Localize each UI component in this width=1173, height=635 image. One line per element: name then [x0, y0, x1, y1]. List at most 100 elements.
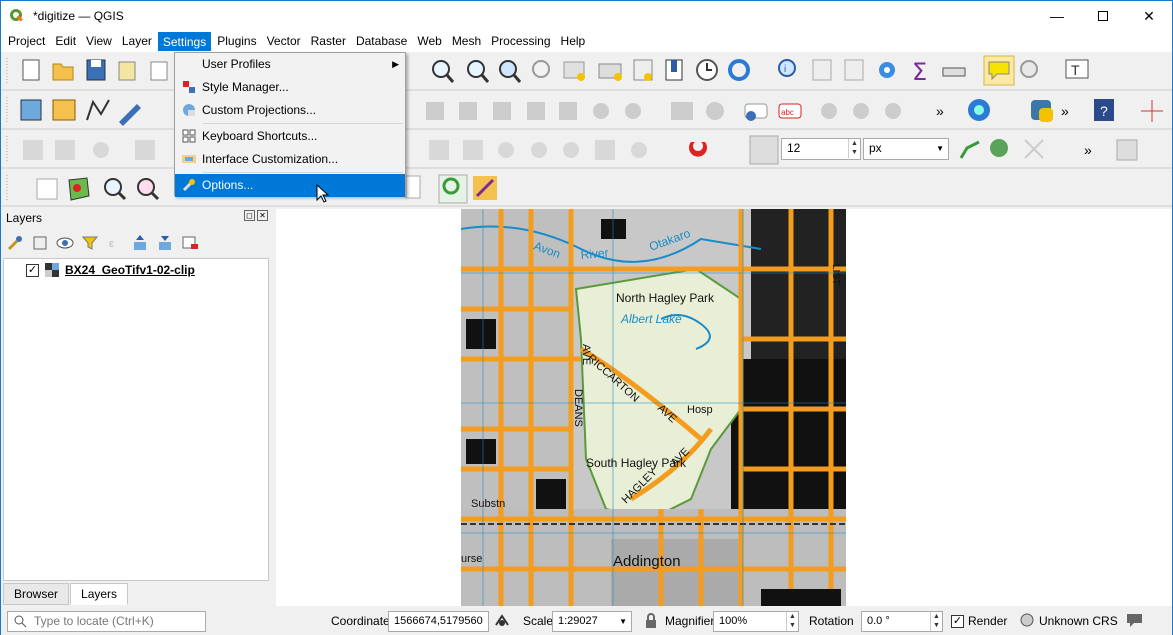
label-tool-icon[interactable] — [744, 103, 768, 121]
filter-expression-icon[interactable]: ε — [104, 232, 126, 254]
select-polygon-icon[interactable] — [68, 177, 90, 201]
snap-unit-select[interactable]: px ▼ — [863, 138, 949, 160]
scale-field[interactable]: 1:29027 ▼ — [552, 611, 632, 632]
spin-arrows-icon[interactable]: ▲ ▼ — [930, 612, 942, 631]
edit-pencil-icon[interactable] — [119, 104, 141, 126]
menu-layer[interactable]: Layer — [118, 32, 156, 51]
float-panel-button[interactable]: ◻ — [244, 210, 255, 221]
zoom-last-icon[interactable] — [563, 61, 585, 81]
zoom-to-layer-icon[interactable] — [499, 60, 522, 83]
advanced-digitizing-icon[interactable] — [1116, 139, 1138, 161]
find-icon[interactable] — [1020, 60, 1038, 78]
menu-processing[interactable]: Processing — [487, 32, 554, 51]
cancel-x-icon[interactable] — [1024, 139, 1044, 159]
new-project-icon[interactable] — [22, 59, 40, 81]
maximize-button[interactable] — [1080, 1, 1126, 31]
data-source-manager-icon[interactable] — [20, 99, 42, 121]
more-plugins-chevron-icon[interactable]: » — [1061, 103, 1069, 119]
zoom-in-icon[interactable] — [432, 60, 455, 83]
snapping-magnet-icon[interactable] — [688, 142, 707, 157]
zoom-selection-icon[interactable] — [532, 60, 550, 78]
more-tools-chevron-icon[interactable]: » — [936, 103, 944, 119]
menu-vector[interactable]: Vector — [263, 32, 305, 51]
minimize-button[interactable]: — — [1034, 1, 1080, 31]
locator-search-input[interactable]: Type to locate (Ctrl+K) — [7, 611, 206, 632]
open-project-icon[interactable] — [52, 63, 74, 81]
menu-help[interactable]: Help — [557, 32, 590, 51]
tab-layers[interactable]: Layers — [70, 583, 129, 605]
menu-mesh[interactable]: Mesh — [448, 32, 485, 51]
menu-view[interactable]: View — [82, 32, 116, 51]
sum-icon[interactable]: Σ — [912, 58, 927, 86]
globe-plugin-icon[interactable] — [968, 99, 990, 121]
measure-line-icon[interactable] — [942, 67, 966, 77]
lock-icon[interactable] — [644, 613, 658, 629]
topographic-map-raster[interactable]: Avon River Otakaro North Hagley Park Alb… — [461, 209, 846, 606]
layer-visibility-checkbox[interactable]: ✓ — [26, 263, 39, 277]
select-by-expression-icon[interactable] — [137, 178, 160, 201]
save-project-icon[interactable] — [86, 59, 106, 81]
spin-arrows-icon[interactable]: ▲ ▼ — [848, 139, 860, 158]
menu-item-options[interactable]: Options... — [175, 174, 405, 197]
close-panel-button[interactable]: ✕ — [257, 210, 268, 221]
remove-layer-icon[interactable] — [179, 232, 201, 254]
filter-icon[interactable] — [79, 232, 101, 254]
add-group-icon[interactable] — [29, 232, 51, 254]
menu-project[interactable]: Project — [4, 32, 49, 51]
help-icon[interactable]: ? — [1094, 99, 1114, 121]
map-tips-icon[interactable] — [983, 55, 1015, 86]
snap-vertex-icon[interactable] — [749, 135, 779, 165]
collapse-all-icon[interactable] — [154, 232, 176, 254]
render-checkbox[interactable]: ✓ — [951, 615, 964, 628]
search-green-icon[interactable] — [438, 174, 468, 204]
refresh-icon[interactable] — [728, 59, 750, 81]
messages-icon[interactable] — [1126, 613, 1143, 628]
menu-item-interface-customization[interactable]: Interface Customization... — [175, 148, 405, 171]
label-pin-icon[interactable]: abc — [778, 103, 802, 119]
show-bookmarks-icon[interactable] — [633, 59, 653, 81]
menu-item-style-manager[interactable]: Style Manager... — [175, 76, 405, 99]
more-snap-chevron-icon[interactable]: » — [1084, 142, 1092, 158]
menu-plugins[interactable]: Plugins — [213, 32, 260, 51]
menu-raster[interactable]: Raster — [307, 32, 350, 51]
select-features-icon[interactable] — [36, 178, 58, 200]
new-geopackage-icon[interactable] — [52, 99, 76, 121]
zoom-native-icon[interactable] — [467, 60, 490, 83]
python-console-icon[interactable] — [1031, 100, 1053, 122]
bookmark-icon[interactable] — [665, 59, 683, 81]
open-attribute-table-icon[interactable] — [812, 59, 832, 81]
temporal-controller-icon[interactable] — [696, 59, 718, 81]
menu-settings[interactable]: Settings — [157, 32, 212, 51]
search-box[interactable] — [405, 175, 421, 199]
settings-gear-icon[interactable] — [879, 62, 895, 78]
map-canvas[interactable]: Avon River Otakaro North Hagley Park Alb… — [276, 209, 1172, 606]
toggle-extents-icon[interactable] — [493, 613, 511, 629]
new-bookmark-icon[interactable] — [598, 63, 622, 81]
menu-edit[interactable]: Edit — [51, 32, 80, 51]
rotation-field[interactable]: 0.0 ° ▲ ▼ — [861, 611, 943, 632]
magnifier-field[interactable]: 100% ▲ ▼ — [713, 611, 799, 632]
spin-arrows-icon[interactable]: ▲ ▼ — [786, 612, 798, 631]
layer-name[interactable]: BX24_GeoTifv1-02-clip — [65, 263, 195, 277]
save-as-icon[interactable] — [118, 61, 136, 81]
coordinate-field[interactable]: 1566674,5179560 — [388, 611, 489, 632]
select-by-value-icon[interactable] — [104, 178, 127, 201]
statistics-table-icon[interactable] — [844, 59, 864, 81]
crs-label[interactable]: Unknown CRS — [1039, 614, 1118, 628]
menu-item-custom-projections[interactable]: Custom Projections... — [175, 99, 405, 122]
snap-tolerance-spinbox[interactable]: 12 ▲ ▼ — [781, 138, 861, 160]
expand-all-icon[interactable] — [129, 232, 151, 254]
digitize-line-icon[interactable] — [86, 99, 110, 121]
topology-icon[interactable] — [959, 140, 980, 159]
map-tool-icon[interactable] — [473, 176, 497, 200]
menu-item-user-profiles[interactable]: User Profiles ▶ — [175, 53, 405, 76]
identify-features-icon[interactable]: i — [778, 59, 796, 77]
menu-database[interactable]: Database — [352, 32, 411, 51]
crs-globe-icon[interactable] — [1020, 613, 1035, 628]
text-annotation-icon[interactable]: T — [1065, 59, 1089, 79]
print-layout-icon[interactable] — [150, 61, 168, 81]
layer-item[interactable]: ✓ BX24_GeoTifv1-02-clip — [26, 263, 195, 277]
tab-browser[interactable]: Browser — [3, 583, 70, 605]
menu-web[interactable]: Web — [413, 32, 445, 51]
manage-visibility-icon[interactable] — [54, 232, 76, 254]
